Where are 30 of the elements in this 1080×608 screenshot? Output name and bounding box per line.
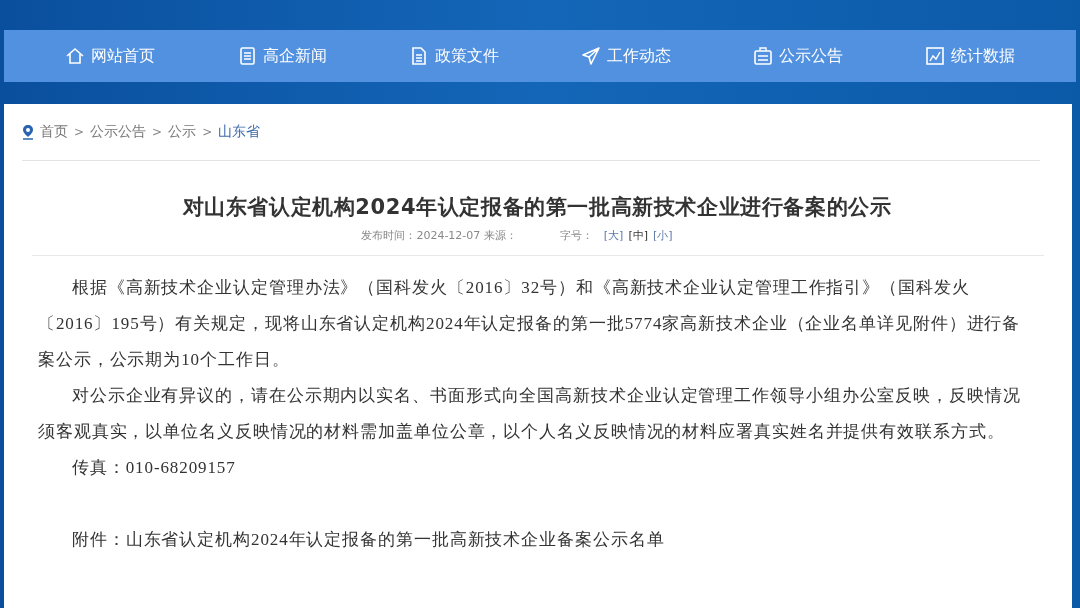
font-size-link[interactable]: [大]: [603, 227, 624, 243]
breadcrumb-link[interactable]: 山东省: [218, 123, 261, 141]
paragraph: 传真：010-68209157: [71, 457, 237, 479]
nav-link[interactable]: 公示公告: [753, 45, 843, 67]
nav-link[interactable]: 统计数据: [925, 45, 1015, 67]
home-icon: [65, 46, 85, 66]
list-icon: [237, 46, 257, 66]
chart-icon: [925, 46, 945, 66]
paper-plane-icon: [581, 46, 601, 66]
nav-link[interactable]: 高企新闻: [237, 45, 327, 67]
breadcrumb-link[interactable]: 公示公告: [90, 123, 147, 141]
attachment-text: 附件：山东省认定机构2024年认定报备的第一批高新技术企业备案公示名单: [71, 529, 666, 551]
breadcrumb-separator: >: [74, 125, 85, 139]
document-icon: [409, 46, 429, 66]
breadcrumb-separator: >: [202, 125, 213, 139]
location-pin-icon: [22, 124, 34, 140]
font-size-label: 字号：: [559, 227, 593, 243]
font-size-link[interactable]: [中]: [628, 227, 648, 243]
paragraph: 根据《高新技术企业认定管理办法》（国科发火〔2016〕32号）和《高新技术企业认定管理工作指引》（国科发火〔2016〕195号）有关规定，现将山东省认定机构2024年认定报备的第一批5774家高新技术企业（企业名单详见附件）进行备案公示，公示期为10个工作日。: [38, 277, 1022, 371]
font-size-link[interactable]: [小]: [653, 227, 673, 243]
nav-link[interactable]: 网站首页: [65, 45, 155, 67]
breadcrumb-link[interactable]: 首页: [40, 123, 68, 141]
nav-link[interactable]: 工作动态: [581, 45, 671, 67]
nav-link[interactable]: 政策文件: [409, 45, 499, 67]
article-title: 对山东省认定机构2024年认定报备的第一批高新技术企业进行备案的公示: [181, 194, 893, 221]
clipboard-icon: [753, 46, 773, 66]
publish-info: 发布时间：2024-12-07 来源：: [361, 227, 517, 243]
breadcrumb-link[interactable]: 公示: [168, 123, 197, 141]
paragraph: 对公示企业有异议的，请在公示期内以实名、书面形式向全国高新技术企业认定管理工作领导小组办公室反映，反映情况须客观真实，以单位名义反映情况的材料需加盖单位公章，以个人名义反映情况的材料应署真实姓名并提供有效联系方式。: [38, 385, 1022, 443]
breadcrumb-separator: >: [152, 125, 163, 139]
